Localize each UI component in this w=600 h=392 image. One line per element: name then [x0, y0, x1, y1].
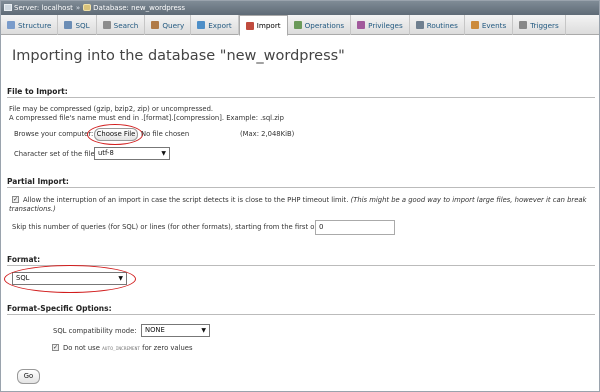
- skip-queries-label: Skip this number of queries (for SQL) or…: [12, 223, 326, 231]
- no-auto-increment-text: Do not use AUTO_INCREMENT for zero value…: [63, 344, 193, 352]
- breadcrumb: Server: localhost» Database: new_wordpres…: [1, 1, 599, 15]
- chevron-down-icon: ▼: [161, 150, 166, 157]
- divider: [7, 97, 595, 98]
- allow-interrupt-note-2: transactions.): [9, 205, 56, 213]
- browse-label: Browse your computer:: [14, 130, 94, 138]
- chevron-down-icon: ▼: [201, 327, 206, 334]
- server-icon: [4, 4, 12, 11]
- divider: [7, 314, 595, 315]
- allow-interrupt-note: (This might be a good way to import larg…: [350, 196, 587, 204]
- compat-mode-select[interactable]: NONE ▼: [141, 324, 210, 337]
- breadcrumb-server[interactable]: Server: localhost: [14, 4, 73, 12]
- tab-structure[interactable]: Structure: [1, 15, 59, 35]
- file-import-heading: File to Import:: [7, 87, 68, 96]
- format-select[interactable]: SQL ▼: [12, 272, 127, 285]
- tab-privileges[interactable]: Privileges: [351, 15, 410, 35]
- tab-label: Structure: [18, 20, 52, 30]
- charset-value: utf-8: [98, 149, 114, 157]
- tab-sql[interactable]: SQL: [58, 15, 97, 35]
- divider: [7, 187, 595, 188]
- tab-operations[interactable]: Operations: [288, 15, 352, 35]
- query-icon: [151, 21, 160, 29]
- max-size-text: (Max: 2,048KiB): [240, 130, 295, 138]
- tab-label: Search: [113, 20, 139, 30]
- divider: [7, 265, 595, 266]
- format-value: SQL: [16, 274, 30, 282]
- tab-import[interactable]: Import: [238, 15, 288, 36]
- tab-export[interactable]: Export: [191, 15, 239, 35]
- tab-routines[interactable]: Routines: [410, 15, 465, 35]
- allow-interrupt-checkbox[interactable]: ✓: [12, 196, 19, 203]
- tab-triggers[interactable]: Triggers: [513, 15, 566, 35]
- operations-icon: [293, 21, 302, 29]
- tab-label: Triggers: [530, 20, 559, 30]
- no-auto-increment-checkbox[interactable]: ✓: [52, 344, 59, 351]
- charset-label: Character set of the file:: [14, 150, 97, 158]
- allow-interrupt-label: Allow the interruption of an import in c…: [23, 196, 349, 204]
- page-title: Importing into the database "new_wordpre…: [12, 48, 345, 64]
- events-icon: [470, 21, 479, 29]
- compression-note: File may be compressed (gzip, bzip2, zip…: [9, 105, 214, 113]
- go-button[interactable]: Go: [17, 369, 40, 384]
- structure-icon: [7, 21, 15, 29]
- search-icon: [102, 21, 111, 29]
- tab-label: Export: [208, 20, 232, 30]
- breadcrumb-database[interactable]: Database: new_wordpress: [93, 4, 185, 12]
- auto-increment-code: AUTO_INCREMENT: [102, 347, 140, 352]
- tab-bar: Structure SQL Search Query Export Import Opera…: [1, 15, 599, 36]
- sql-icon: [64, 21, 73, 29]
- choose-file-button[interactable]: Choose File: [94, 128, 138, 141]
- tab-label: SQL: [75, 20, 90, 30]
- tab-search[interactable]: Search: [97, 15, 146, 35]
- tab-label: Privileges: [368, 20, 403, 30]
- format-options-heading: Format-Specific Options:: [7, 304, 112, 313]
- compression-note-2: A compressed file's name must end in .[f…: [9, 114, 284, 122]
- skip-queries-input[interactable]: 0: [315, 220, 395, 235]
- tab-label: Query: [162, 20, 185, 30]
- export-icon: [197, 21, 206, 29]
- no-file-chosen-text: No file chosen: [141, 130, 190, 138]
- partial-import-heading: Partial Import:: [7, 177, 69, 186]
- tab-label: Operations: [304, 20, 345, 30]
- tab-label: Import: [256, 21, 281, 30]
- compat-mode-label: SQL compatibility mode:: [53, 327, 137, 335]
- format-heading: Format:: [7, 255, 41, 264]
- compat-mode-value: NONE: [145, 326, 165, 334]
- charset-select[interactable]: utf-8 ▼: [94, 147, 170, 160]
- triggers-icon: [519, 21, 528, 29]
- tab-events[interactable]: Events: [465, 15, 514, 35]
- database-icon: [83, 4, 92, 11]
- privileges-icon: [357, 21, 366, 29]
- allow-interrupt-text: Allow the interruption of an import in c…: [23, 196, 586, 204]
- routines-icon: [415, 21, 424, 29]
- tab-label: Events: [481, 20, 507, 30]
- no-auto-label-post: for zero values: [142, 344, 193, 352]
- chevron-down-icon: ▼: [118, 275, 123, 282]
- tab-query[interactable]: Query: [145, 15, 192, 35]
- no-auto-label-pre: Do not use: [63, 344, 100, 352]
- breadcrumb-separator: »: [75, 4, 81, 12]
- tab-label: Routines: [426, 20, 458, 30]
- import-icon: [245, 21, 254, 30]
